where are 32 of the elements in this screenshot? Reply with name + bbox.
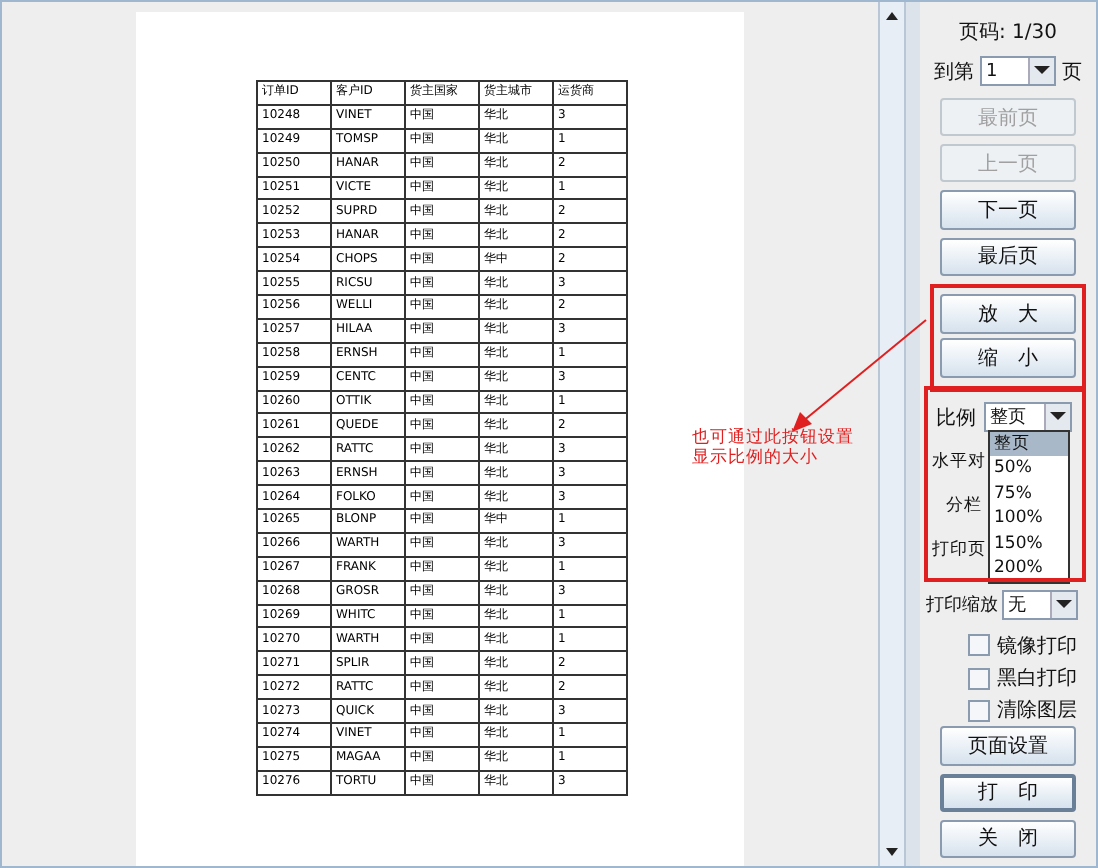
zoom-button[interactable]: 缩 小 <box>940 337 1076 378</box>
columns-label: 分栏 <box>944 493 982 518</box>
print-scale-label: 打印缩放 <box>926 593 998 618</box>
annotation-text: 也可通过此按钮设置显示比例的大小 <box>692 430 856 470</box>
zoom-button[interactable]: 放 大 <box>940 293 1076 334</box>
align-label: 水平对 <box>932 449 986 474</box>
checkbox-option[interactable]: 黑白打印 <box>967 661 1077 695</box>
scale-option[interactable]: 100% <box>990 506 1068 532</box>
print-pages-label: 打印页 <box>932 537 986 562</box>
checkbox-option[interactable]: 清除图层 <box>967 694 1077 727</box>
nav-button[interactable]: 下一页 <box>940 190 1076 230</box>
scale-option[interactable]: 200% <box>990 556 1068 582</box>
goto-label: 到第 <box>934 59 974 85</box>
scale-option[interactable]: 50% <box>990 456 1068 482</box>
scale-option[interactable]: 150% <box>990 531 1068 557</box>
caret-icon[interactable] <box>1050 591 1076 618</box>
caret-icon[interactable] <box>1044 404 1070 431</box>
page-suffix-label: 页 <box>1062 59 1082 85</box>
page-combo[interactable]: 1 <box>980 56 1056 86</box>
nav-button[interactable]: 最后页 <box>940 237 1076 276</box>
scrollbar[interactable] <box>878 2 906 866</box>
action-button[interactable]: 页面设置 <box>940 726 1076 766</box>
scale-combo[interactable]: 整页 <box>984 402 1072 433</box>
checkbox-option[interactable]: 镜像打印 <box>967 629 1077 662</box>
scale-option[interactable]: 75% <box>990 481 1068 507</box>
scale-label: 比例 <box>936 405 976 432</box>
action-button[interactable]: 关 闭 <box>940 819 1076 858</box>
caret-icon[interactable] <box>1028 58 1054 84</box>
print-scale-combo[interactable]: 无 <box>1002 589 1078 620</box>
scale-option[interactable]: 整页 <box>990 431 1068 457</box>
action-button[interactable]: 打 印 <box>940 773 1076 812</box>
page-number-label: 页码: 1/30 <box>958 20 1057 46</box>
